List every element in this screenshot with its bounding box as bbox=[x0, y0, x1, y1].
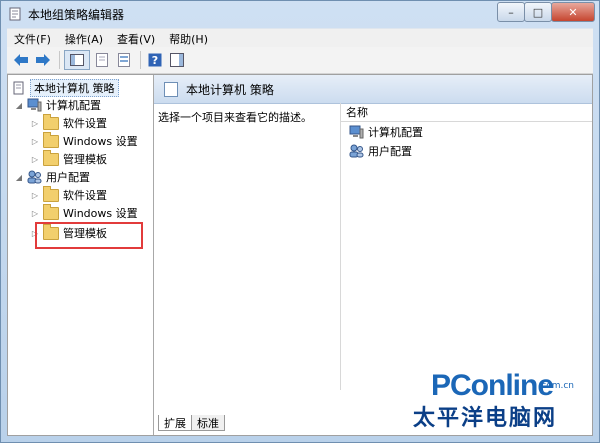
details-title: 本地计算机 策略 bbox=[186, 82, 274, 97]
tab-extended[interactable]: 扩展 bbox=[158, 415, 192, 431]
site-watermark: PConline .com.cn 太平洋电脑网 bbox=[397, 369, 582, 431]
menu-bar: 文件(F) 操作(A) 查看(V) 帮助(H) bbox=[7, 28, 593, 48]
tree-label: Windows 设置 bbox=[63, 207, 138, 220]
maximize-button[interactable]: □ bbox=[524, 2, 552, 22]
export-list-icon bbox=[118, 53, 130, 67]
column-header-name[interactable]: 名称 bbox=[341, 103, 592, 122]
tree-label: 软件设置 bbox=[63, 189, 107, 202]
close-button[interactable]: ✕ bbox=[551, 2, 595, 22]
tree-label: Windows 设置 bbox=[63, 135, 138, 148]
details-header: 本地计算机 策略 bbox=[154, 75, 592, 104]
users-icon bbox=[349, 144, 364, 157]
policy-document-icon bbox=[13, 81, 24, 95]
back-button[interactable] bbox=[11, 51, 31, 69]
forward-button[interactable] bbox=[33, 51, 53, 69]
properties-icon bbox=[96, 53, 108, 67]
folder-icon bbox=[43, 131, 59, 148]
title-bar[interactable]: 本地组策略编辑器 – □ ✕ bbox=[1, 1, 599, 27]
tree-user-software[interactable]: ▷ 软件设置 bbox=[30, 185, 107, 204]
menu-action[interactable]: 操作(A) bbox=[58, 31, 110, 47]
list-item[interactable]: 计算机配置 bbox=[341, 122, 592, 141]
computer-icon bbox=[349, 125, 364, 138]
properties-button[interactable] bbox=[92, 51, 112, 69]
toolbar-separator bbox=[140, 51, 141, 69]
item-list: 名称 计算机配置 用户配置 bbox=[340, 103, 592, 390]
list-item[interactable]: 用户配置 bbox=[341, 141, 592, 160]
collapse-icon[interactable]: ◢ bbox=[14, 101, 24, 110]
computer-icon bbox=[27, 98, 42, 112]
tree-root[interactable]: 本地计算机 策略 bbox=[11, 79, 119, 97]
app-window: 本地组策略编辑器 – □ ✕ 文件(F) 操作(A) 查看(V) 帮助(H) ?… bbox=[0, 0, 600, 443]
action-pane-button[interactable] bbox=[167, 51, 187, 69]
menu-file[interactable]: 文件(F) bbox=[7, 31, 58, 47]
toolbar-separator bbox=[59, 51, 60, 69]
tree-computer-windows[interactable]: ▷ Windows 设置 bbox=[30, 131, 138, 150]
help-button[interactable]: ? bbox=[145, 51, 165, 69]
tree-root-label: 本地计算机 策略 bbox=[30, 79, 119, 97]
folder-icon bbox=[43, 185, 59, 202]
folder-icon bbox=[43, 203, 59, 220]
expand-icon[interactable]: ▷ bbox=[30, 191, 40, 200]
window-title: 本地组策略编辑器 bbox=[28, 7, 125, 22]
tree-label: 管理模板 bbox=[63, 153, 107, 166]
tree-user-windows[interactable]: ▷ Windows 设置 bbox=[30, 203, 138, 222]
watermark-cn-name: 太平洋电脑网 bbox=[413, 406, 558, 431]
description-text: 选择一个项目来查看它的描述。 bbox=[158, 111, 312, 124]
show-tree-button[interactable] bbox=[64, 50, 90, 70]
svg-text:?: ? bbox=[152, 54, 158, 67]
minimize-icon: – bbox=[508, 5, 514, 19]
watermark-brand: PConline bbox=[431, 369, 554, 402]
export-list-button[interactable] bbox=[114, 51, 134, 69]
menu-view[interactable]: 查看(V) bbox=[110, 31, 162, 47]
expand-icon[interactable]: ▷ bbox=[30, 209, 40, 218]
tree-label: 用户配置 bbox=[46, 171, 90, 184]
back-arrow-icon bbox=[14, 54, 28, 66]
caption-buttons: – □ ✕ bbox=[497, 2, 595, 22]
tree-label: 软件设置 bbox=[63, 117, 107, 130]
tree-computer-config[interactable]: ◢ 计算机配置 bbox=[14, 96, 101, 114]
maximize-icon: □ bbox=[532, 5, 544, 19]
tree-label: 计算机配置 bbox=[46, 99, 101, 112]
tree-computer-admin[interactable]: ▷ 管理模板 bbox=[30, 149, 107, 168]
action-pane-icon bbox=[170, 53, 184, 67]
expand-icon[interactable]: ▷ bbox=[30, 155, 40, 164]
console-tree: 本地计算机 策略 ◢ 计算机配置 ▷ 软件设置 ▷ Windows 设置 ▷ 管… bbox=[8, 75, 154, 435]
toolbar: ? bbox=[7, 47, 593, 74]
details-pane: 本地计算机 策略 选择一个项目来查看它的描述。 名称 计算机配置 用户配置 扩展… bbox=[154, 75, 592, 435]
view-tabs: 扩展 标准 bbox=[158, 415, 225, 431]
folder-icon bbox=[43, 149, 59, 166]
policy-document-icon bbox=[164, 81, 178, 97]
minimize-button[interactable]: – bbox=[497, 2, 525, 22]
list-item-label: 用户配置 bbox=[368, 144, 412, 158]
help-icon: ? bbox=[148, 53, 162, 67]
forward-arrow-icon bbox=[36, 54, 50, 66]
tree-user-config[interactable]: ◢ 用户配置 bbox=[14, 168, 90, 186]
folder-icon bbox=[43, 113, 59, 130]
expand-icon[interactable]: ▷ bbox=[30, 137, 40, 146]
collapse-icon[interactable]: ◢ bbox=[14, 173, 24, 182]
tree-computer-software[interactable]: ▷ 软件设置 bbox=[30, 113, 107, 132]
expand-icon[interactable]: ▷ bbox=[30, 119, 40, 128]
tab-standard[interactable]: 标准 bbox=[191, 415, 225, 431]
menu-help[interactable]: 帮助(H) bbox=[162, 31, 215, 47]
users-icon bbox=[27, 170, 42, 184]
column-name-label: 名称 bbox=[346, 106, 368, 119]
highlight-annotation bbox=[35, 222, 143, 249]
close-icon: ✕ bbox=[568, 5, 578, 19]
console-tree-icon bbox=[70, 54, 84, 66]
policy-editor-icon bbox=[9, 7, 21, 21]
list-item-label: 计算机配置 bbox=[368, 125, 423, 139]
console-area: 本地计算机 策略 ◢ 计算机配置 ▷ 软件设置 ▷ Windows 设置 ▷ 管… bbox=[7, 74, 593, 436]
watermark-domain: .com.cn bbox=[538, 381, 574, 391]
